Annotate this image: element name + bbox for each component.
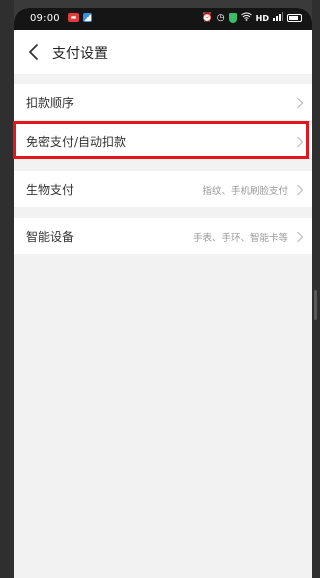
list-item-smart-devices[interactable]: 智能设备 手表、手环、智能卡等	[14, 218, 312, 254]
battery-icon	[287, 14, 302, 22]
item-label: 智能设备	[26, 230, 75, 244]
notification-red-icon: ▬	[68, 13, 79, 22]
item-sublabel: 指纹、手机刷脸支付	[202, 186, 288, 197]
notification-blue-icon	[83, 13, 92, 22]
device-bezel-left	[0, 0, 14, 578]
shield-icon	[228, 13, 237, 23]
item-sublabel: 手表、手环、智能卡等	[192, 233, 288, 244]
side-scroll-indicator	[314, 290, 317, 320]
page-title: 支付设置	[52, 46, 108, 62]
list-item-biometric-payment[interactable]: 生物支付 指纹、手机刷脸支付	[14, 171, 312, 207]
list-item-deduction-order[interactable]: 扣款顺序	[14, 84, 312, 120]
wifi-icon	[240, 12, 252, 24]
hd-icon: HD	[255, 13, 269, 23]
item-label: 免密支付/自动扣款	[26, 135, 127, 149]
status-left-icons: ▬	[68, 13, 92, 22]
item-label: 扣款顺序	[26, 96, 75, 110]
chevron-right-icon	[296, 229, 304, 243]
app-screen: 09:00 ▬ ⏰ ◷ HD 支付设置 扣款顺序 免密支付/自动扣款 生物支付 …	[14, 8, 312, 578]
list-item-password-free-payment[interactable]: 免密支付/自动扣款	[14, 123, 312, 159]
chevron-right-icon	[296, 182, 304, 196]
clock-icon: ◷	[216, 13, 225, 23]
status-time: 09:00	[30, 13, 60, 24]
back-arrow-icon[interactable]	[26, 42, 44, 62]
alarm-icon: ⏰	[201, 13, 213, 23]
page-header: 支付设置	[14, 30, 312, 74]
chevron-right-icon	[296, 95, 304, 109]
status-right-icons: ⏰ ◷ HD	[202, 12, 302, 24]
chevron-right-icon	[296, 134, 304, 148]
signal-icon	[273, 12, 283, 24]
item-label: 生物支付	[26, 183, 75, 197]
status-bar: 09:00 ▬ ⏰ ◷ HD	[14, 8, 312, 30]
device-bezel-right	[312, 0, 320, 578]
